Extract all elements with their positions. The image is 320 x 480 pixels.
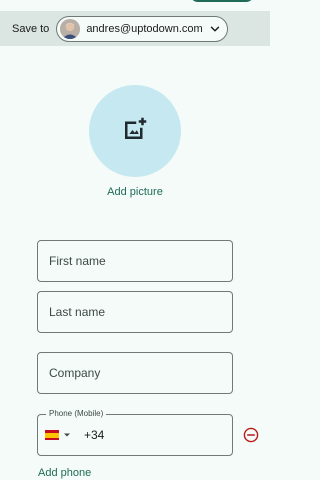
chevron-down-icon bbox=[209, 23, 221, 35]
add-picture-button[interactable] bbox=[89, 85, 181, 177]
add-picture-label[interactable]: Add picture bbox=[0, 186, 270, 198]
phone-input[interactable]: +34 bbox=[84, 428, 104, 442]
country-dropdown-icon[interactable] bbox=[62, 430, 72, 440]
save-to-bar: Save to andres@uptodown.com bbox=[0, 11, 270, 46]
phone-field-label: Phone (Mobile) bbox=[46, 409, 107, 418]
company-field[interactable]: Company bbox=[37, 352, 233, 394]
add-phone-button[interactable]: Add phone bbox=[38, 467, 91, 479]
save-button-edge[interactable] bbox=[190, 0, 254, 2]
phone-field[interactable]: Phone (Mobile) +34 bbox=[37, 409, 233, 456]
first-name-placeholder: First name bbox=[49, 254, 106, 268]
account-selector[interactable]: andres@uptodown.com bbox=[56, 15, 228, 42]
spain-flag-icon[interactable] bbox=[45, 430, 59, 440]
last-name-field[interactable]: Last name bbox=[37, 291, 233, 333]
create-contact-screen: Save to andres@uptodown.com Add picture … bbox=[0, 0, 270, 480]
remove-circle-icon[interactable] bbox=[243, 427, 259, 443]
account-email: andres@uptodown.com bbox=[86, 22, 203, 35]
last-name-placeholder: Last name bbox=[49, 305, 106, 319]
company-placeholder: Company bbox=[49, 366, 101, 380]
add-photo-icon bbox=[120, 114, 150, 149]
save-to-label: Save to bbox=[12, 22, 50, 35]
avatar bbox=[60, 18, 81, 39]
first-name-field[interactable]: First name bbox=[37, 240, 233, 282]
